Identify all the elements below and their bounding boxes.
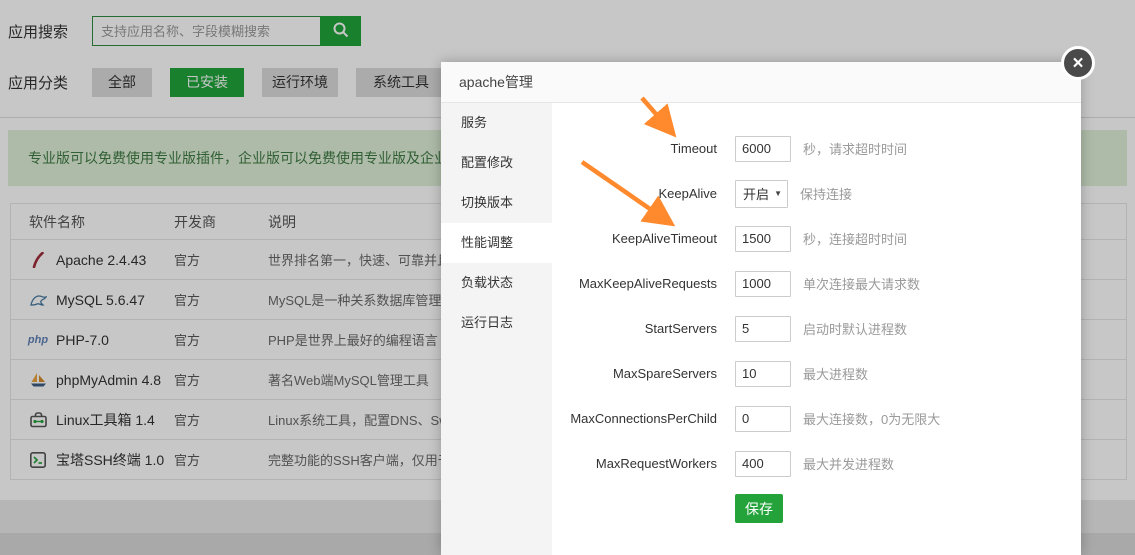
field-label: KeepAliveTimeout — [552, 231, 717, 246]
modal-body: 服务 配置修改 切换版本 性能调整 负载状态 运行日志 Timeout 秒，请求… — [441, 103, 1081, 555]
tab-run-log[interactable]: 运行日志 — [441, 303, 552, 343]
field-label: StartServers — [552, 321, 717, 336]
performance-form: Timeout 秒，请求超时时间 KeepAlive 开启 ▼ 保持连接 Kee… — [552, 103, 1081, 555]
field-hint: 最大并发进程数 — [803, 454, 894, 473]
form-row-startservers: StartServers 启动时默认进程数 — [552, 306, 1081, 351]
tab-switch-version[interactable]: 切换版本 — [441, 183, 552, 223]
save-button[interactable]: 保存 — [735, 494, 783, 523]
field-hint: 最大进程数 — [803, 364, 868, 383]
apache-manage-modal: apache管理 服务 配置修改 切换版本 性能调整 负载状态 运行日志 Tim… — [441, 62, 1081, 555]
maxspareservers-input[interactable] — [735, 361, 791, 387]
form-row-keepalive: KeepAlive 开启 ▼ 保持连接 — [552, 171, 1081, 216]
keepalive-select[interactable]: 开启 ▼ — [735, 180, 788, 208]
modal-header: apache管理 — [441, 62, 1081, 103]
maxrequestworkers-input[interactable] — [735, 451, 791, 477]
field-hint: 单次连接最大请求数 — [803, 274, 920, 293]
field-label: MaxRequestWorkers — [552, 456, 717, 471]
form-row-maxrequestworkers: MaxRequestWorkers 最大并发进程数 — [552, 441, 1081, 486]
field-hint: 秒，连接超时时间 — [803, 229, 907, 248]
field-hint: 启动时默认进程数 — [803, 319, 907, 338]
close-icon: × — [1072, 54, 1083, 73]
tab-config-edit[interactable]: 配置修改 — [441, 143, 552, 183]
screen: 应用搜索 应用分类 全部 已安装 运行环境 系统工具 — [0, 0, 1135, 555]
form-row-keepalivetimeout: KeepAliveTimeout 秒，连接超时时间 — [552, 216, 1081, 261]
tab-performance[interactable]: 性能调整 — [441, 223, 552, 263]
form-row-maxkeepaliverequests: MaxKeepAliveRequests 单次连接最大请求数 — [552, 261, 1081, 306]
field-label: Timeout — [552, 141, 717, 156]
field-hint: 最大连接数，0为无限大 — [803, 409, 940, 428]
field-label: MaxSpareServers — [552, 366, 717, 381]
field-hint: 秒，请求超时时间 — [803, 139, 907, 158]
field-label: KeepAlive — [552, 186, 717, 201]
modal-close-button[interactable]: × — [1061, 46, 1095, 80]
form-row-timeout: Timeout 秒，请求超时时间 — [552, 126, 1081, 171]
modal-title: apache管理 — [459, 74, 533, 90]
field-label: MaxKeepAliveRequests — [552, 276, 717, 291]
keepalive-select-value: 开启 — [743, 184, 769, 203]
form-row-maxspareservers: MaxSpareServers 最大进程数 — [552, 351, 1081, 396]
maxconnectionsperchild-input[interactable] — [735, 406, 791, 432]
modal-tab-list: 服务 配置修改 切换版本 性能调整 负载状态 运行日志 — [441, 103, 552, 555]
chevron-down-icon: ▼ — [774, 189, 782, 198]
timeout-input[interactable] — [735, 136, 791, 162]
form-row-maxconnectionsperchild: MaxConnectionsPerChild 最大连接数，0为无限大 — [552, 396, 1081, 441]
field-label: MaxConnectionsPerChild — [552, 411, 717, 426]
maxkeepaliverequests-input[interactable] — [735, 271, 791, 297]
startservers-input[interactable] — [735, 316, 791, 342]
tab-service[interactable]: 服务 — [441, 103, 552, 143]
tab-load-status[interactable]: 负载状态 — [441, 263, 552, 303]
keepalivetimeout-input[interactable] — [735, 226, 791, 252]
field-hint: 保持连接 — [800, 184, 852, 203]
